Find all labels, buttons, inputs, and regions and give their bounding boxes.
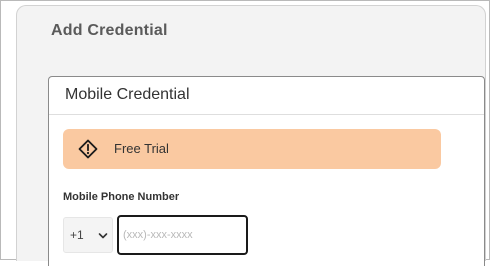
chevron-down-icon [98,233,108,239]
phone-number-input[interactable] [117,215,248,255]
card-divider [49,114,484,115]
country-code-value: +1 [70,228,84,242]
mobile-credential-card: Mobile Credential Free Trial Mobile Phon… [48,76,485,266]
screen-frame: Add Credential Mobile Credential Free Tr… [0,0,490,266]
add-credential-dialog: Add Credential Mobile Credential Free Tr… [16,5,486,266]
dialog-title: Add Credential [51,22,168,39]
mobile-phone-label: Mobile Phone Number [63,191,180,203]
card-title: Mobile Credential [65,86,190,103]
free-trial-text: Free Trial [114,141,169,156]
country-code-select[interactable]: +1 [63,217,113,253]
free-trial-banner: Free Trial [63,129,441,169]
warning-diamond-icon [78,139,98,159]
